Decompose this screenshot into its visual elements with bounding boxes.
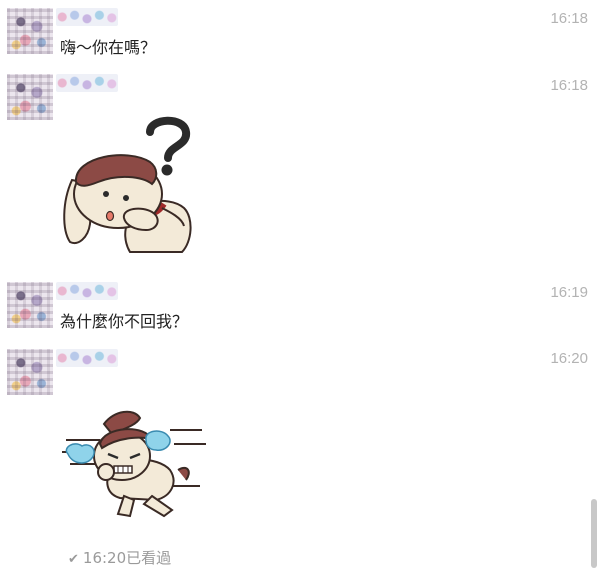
read-receipt-text: 16:20已看過 [82, 549, 172, 567]
sender-name-blurred [56, 349, 118, 367]
avatar[interactable] [7, 349, 53, 395]
avatar[interactable] [7, 282, 53, 328]
confused-dog-question-mark-icon[interactable] [58, 112, 198, 257]
message-timestamp: 16:18 [550, 77, 588, 94]
message-timestamp: 16:19 [550, 284, 588, 301]
avatar[interactable] [7, 74, 53, 120]
checkmark-icon: ✔ [68, 552, 79, 567]
message-text[interactable]: 嗨～你在嗎？ [60, 34, 156, 58]
read-receipt: ✔ 16:20已看過 [68, 547, 171, 568]
message-text[interactable]: 為什麼你不回我？ [60, 308, 188, 332]
crying-running-dog-icon[interactable] [60, 400, 210, 522]
message-timestamp: 16:20 [550, 350, 588, 367]
scrollbar[interactable] [591, 499, 597, 568]
sender-name-blurred [56, 8, 118, 26]
sender-name-blurred [56, 282, 118, 300]
sender-name-blurred [56, 74, 118, 92]
message-timestamp: 16:18 [550, 10, 588, 27]
avatar[interactable] [7, 8, 53, 54]
